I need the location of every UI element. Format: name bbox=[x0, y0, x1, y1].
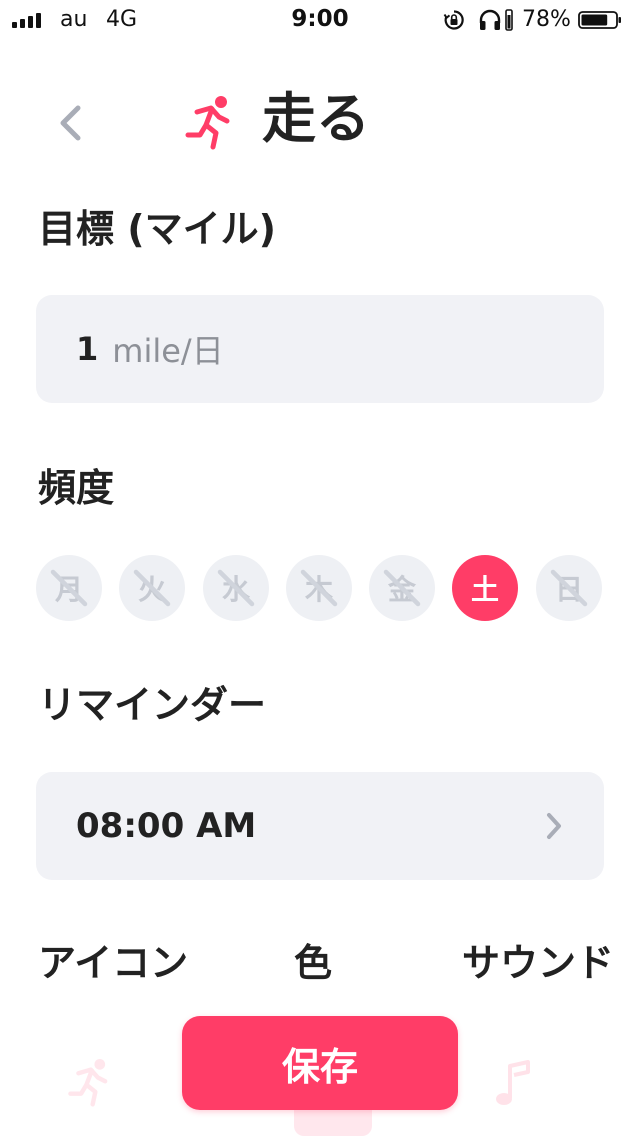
icon-section-label: アイコン bbox=[38, 941, 189, 985]
day-toggle-sun[interactable]: 日 bbox=[536, 555, 602, 621]
strikethrough-icon bbox=[217, 569, 255, 607]
orientation-lock-icon bbox=[443, 10, 464, 30]
status-bar: au 4G 9:00 78% bbox=[0, 0, 640, 40]
save-button-label: 保存 bbox=[281, 1046, 358, 1089]
headphones-icon bbox=[479, 9, 501, 30]
strikethrough-icon bbox=[383, 569, 421, 607]
day-toggle-thu[interactable]: 木 bbox=[286, 555, 352, 621]
chevron-right-icon bbox=[547, 813, 561, 839]
color-section-label: 色 bbox=[294, 941, 333, 985]
strikethrough-icon bbox=[550, 569, 588, 607]
battery-fill bbox=[581, 14, 608, 26]
day-toggle-mon[interactable]: 月 bbox=[36, 555, 102, 621]
day-toggle-fri[interactable]: 金 bbox=[369, 555, 435, 621]
strikethrough-icon bbox=[133, 569, 171, 607]
headphone-battery-icon bbox=[505, 9, 513, 31]
strikethrough-icon bbox=[300, 569, 338, 607]
day-toggle-sat[interactable]: 土 bbox=[452, 555, 518, 621]
strikethrough-icon bbox=[50, 569, 88, 607]
reminder-time: 08:00 AM bbox=[76, 806, 257, 846]
reminder-time-picker[interactable]: 08:00 AM bbox=[36, 772, 604, 880]
goal-value: 1 bbox=[76, 330, 99, 368]
frequency-day-selector: 月 火 水 木 金 土 日 bbox=[36, 555, 604, 621]
page-title: 走る bbox=[262, 87, 370, 150]
goal-unit: mile/日 bbox=[112, 332, 224, 370]
music-note-icon[interactable] bbox=[494, 1060, 534, 1108]
chevron-left-icon bbox=[60, 105, 81, 141]
day-label: 土 bbox=[470, 573, 499, 606]
back-button[interactable] bbox=[50, 100, 90, 146]
battery-percent: 78% bbox=[522, 7, 571, 32]
day-toggle-tue[interactable]: 火 bbox=[119, 555, 185, 621]
day-toggle-wed[interactable]: 水 bbox=[203, 555, 269, 621]
goal-section-label: 目標 (マイル) bbox=[38, 207, 276, 251]
goal-input[interactable]: 1 mile/日 bbox=[36, 295, 604, 403]
battery-icon bbox=[578, 11, 621, 29]
sound-section-label: サウンド bbox=[462, 941, 615, 985]
frequency-section-label: 頻度 bbox=[38, 466, 115, 510]
runner-icon bbox=[185, 96, 230, 150]
reminder-section-label: リマインダー bbox=[38, 683, 267, 727]
runner-icon[interactable] bbox=[66, 1058, 114, 1108]
save-button[interactable]: 保存 bbox=[182, 1016, 458, 1110]
